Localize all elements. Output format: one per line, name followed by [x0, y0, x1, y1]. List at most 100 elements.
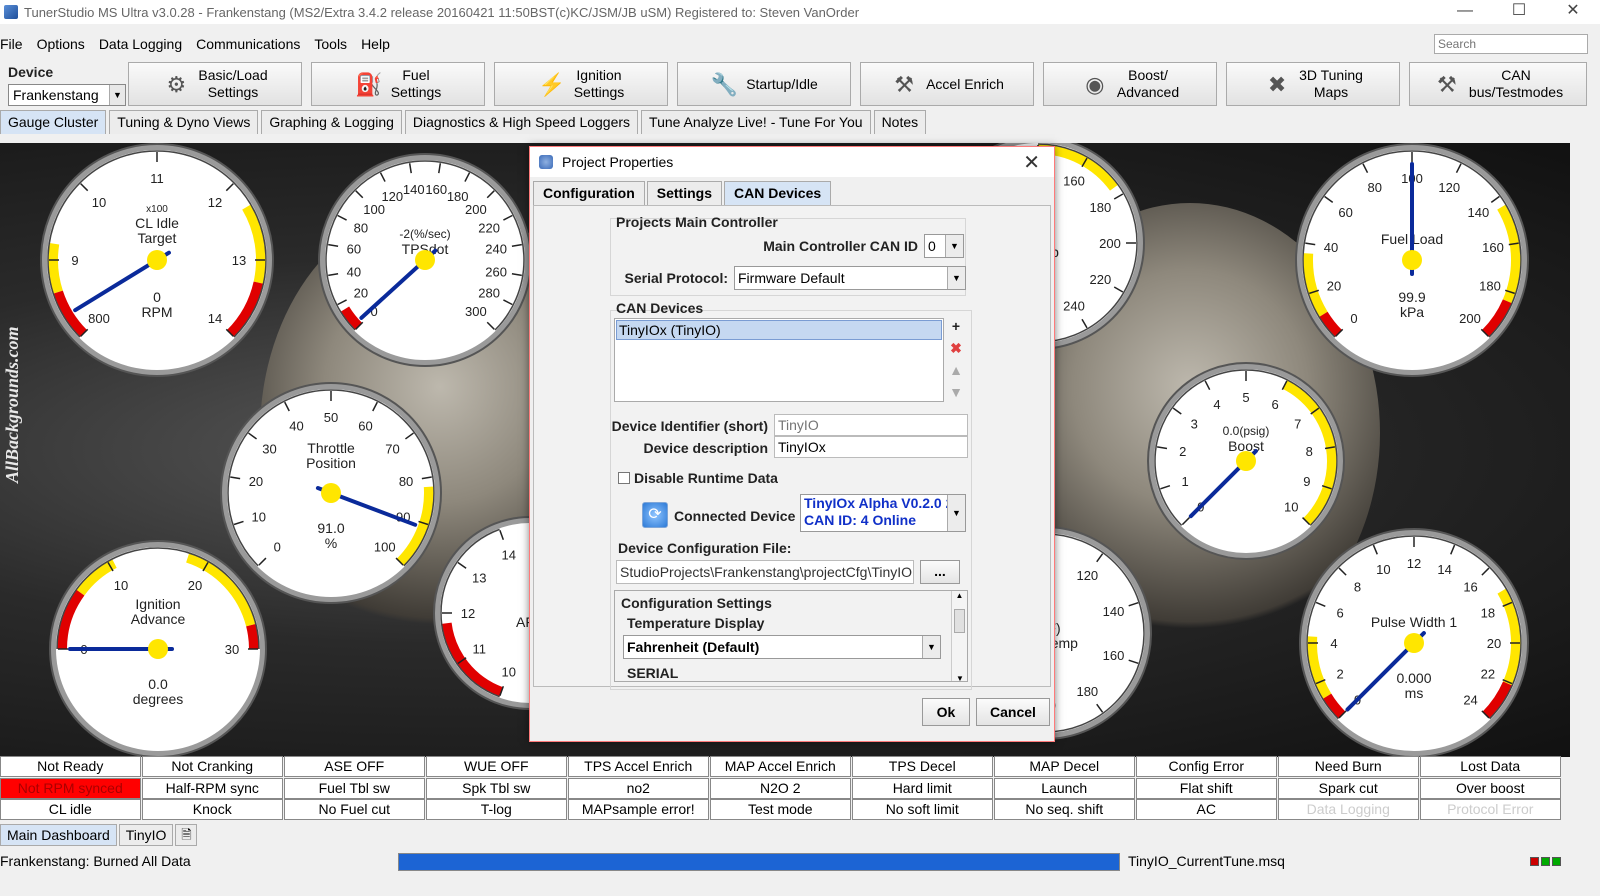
status-indicator: TPS Decel — [852, 756, 993, 777]
gauge-tick-label: 30 — [262, 441, 276, 456]
device-dropdown[interactable]: Frankenstang ▼ — [8, 84, 126, 106]
tab-can-devices[interactable]: CAN Devices — [724, 181, 832, 205]
tab-main-dashboard[interactable]: Main Dashboard — [0, 824, 117, 846]
gauge-tick-label: 280 — [478, 286, 500, 301]
scrollbar[interactable]: ▲ ▼ — [951, 591, 967, 681]
gauge-tick-label: 20 — [249, 474, 263, 489]
startup-idle-button[interactable]: 🔧 Startup/Idle — [677, 62, 851, 106]
led-red — [1530, 857, 1539, 866]
gauge-tick-label: 14 — [502, 548, 516, 563]
gauge-tick-label: 11 — [472, 642, 486, 657]
tab-settings[interactable]: Settings — [646, 181, 722, 205]
chevron-down-icon[interactable]: ▼ — [109, 85, 125, 105]
gauge-tick-label: 24 — [1463, 693, 1477, 708]
boost-advanced-button[interactable]: ◉ Boost/Advanced — [1043, 62, 1217, 106]
tab-notes[interactable]: Notes — [873, 110, 927, 134]
tab-graphing-logging[interactable]: Graphing & Logging — [261, 110, 402, 134]
gauge-tick-label: 200 — [465, 202, 487, 217]
browse-button[interactable]: ... — [920, 560, 960, 584]
basic-load-settings-button[interactable]: ⚙ Basic/Load Settings — [128, 62, 302, 106]
connected-device-select[interactable]: TinyIOx Alpha V0.2.0 2 CAN ID: 4 Online … — [800, 494, 966, 532]
fuel-settings-button[interactable]: ⛽ Fuel Settings — [311, 62, 485, 106]
device-desc-input[interactable]: TinyIOx — [774, 436, 968, 458]
temp-display-select[interactable]: Fahrenheit (Default) ▼ — [623, 635, 941, 659]
accel-enrich-button[interactable]: ⚒ Accel Enrich — [860, 62, 1034, 106]
status-indicator: Need Burn — [1278, 756, 1419, 777]
dialog-title: Project Properties — [562, 154, 674, 170]
chevron-down-icon[interactable]: ▼ — [945, 235, 963, 257]
menu-options[interactable]: Options — [37, 36, 85, 52]
chevron-down-icon[interactable]: ▼ — [947, 267, 965, 289]
close-icon[interactable]: ✕ — [1023, 150, 1040, 175]
status-indicator: Lost Data — [1420, 756, 1561, 777]
gauge-label: CL Idle — [135, 215, 179, 231]
gauge-label: degrees — [133, 691, 184, 707]
gauge-label: 91.0 — [317, 520, 344, 536]
list-item[interactable]: TinyIOx (TinyIO) — [616, 320, 942, 340]
cancel-button[interactable]: Cancel — [976, 698, 1050, 726]
status-indicator: Data Logging — [1278, 799, 1419, 820]
gauge-tick-label: 200 — [1459, 311, 1481, 326]
tab-tinyio[interactable]: TinyIO — [118, 824, 174, 846]
serial-protocol-select[interactable]: Firmware Default ▼ — [734, 266, 966, 290]
button-label-line2: Settings — [390, 84, 442, 100]
status-indicator: No soft limit — [852, 799, 993, 820]
gauge-tick-label: 40 — [347, 264, 361, 279]
main-can-id-select[interactable]: 0 ▼ — [924, 234, 964, 258]
disable-runtime-checkbox[interactable] — [618, 472, 630, 484]
gauge-label: 0.0(psig) — [1223, 424, 1270, 438]
gauge-hub — [415, 250, 435, 270]
gauge-tick-label: 70 — [385, 441, 399, 456]
gauge-tick-label: 4 — [1330, 636, 1337, 651]
can-bus-testmodes-button[interactable]: ⚒ CAN bus/Testmodes — [1409, 62, 1587, 106]
can-devices-list[interactable]: TinyIOx (TinyIO) — [614, 318, 944, 402]
tab-tune-analyze[interactable]: Tune Analyze Live! - Tune For You — [641, 110, 871, 134]
status-indicator: Half-RPM sync — [142, 777, 283, 799]
ignition-settings-button[interactable]: ⚡ Ignition Settings — [494, 62, 668, 106]
minimize-button[interactable]: — — [1438, 0, 1492, 24]
gauge-tick-label: 160 — [1482, 240, 1504, 255]
device-id-input[interactable] — [774, 414, 968, 436]
gauge-tick-label: 10 — [502, 664, 516, 679]
move-up-icon[interactable]: ▲ — [947, 362, 965, 380]
chevron-down-icon[interactable]: ▼ — [947, 495, 965, 531]
menu-data-logging[interactable]: Data Logging — [99, 36, 182, 52]
status-indicator: MAPsample error! — [568, 799, 709, 820]
search-input[interactable] — [1434, 34, 1588, 54]
scroll-down-icon[interactable]: ▼ — [952, 674, 967, 681]
document-icon[interactable]: 🗎 — [175, 824, 198, 846]
config-settings-panel: Configuration Settings Temperature Displ… — [614, 590, 968, 682]
menu-help[interactable]: Help — [361, 36, 390, 52]
gauge-hub — [1402, 250, 1422, 270]
scroll-up-icon[interactable]: ▲ — [952, 591, 967, 600]
3d-tuning-maps-button[interactable]: ✖ 3D Tuning Maps — [1226, 62, 1400, 106]
chevron-down-icon[interactable]: ▼ — [922, 636, 940, 658]
tab-diagnostics[interactable]: Diagnostics & High Speed Loggers — [404, 110, 639, 134]
move-down-icon[interactable]: ▼ — [947, 384, 965, 402]
gauge-hub — [321, 483, 341, 503]
delete-icon[interactable]: ✖ — [947, 340, 965, 358]
status-indicator: TPS Accel Enrich — [568, 756, 709, 777]
gauge-tick-label: 100 — [363, 202, 385, 217]
gauge-tick-label: 20 — [354, 286, 368, 301]
scroll-thumb[interactable] — [954, 609, 965, 633]
tab-gauge-cluster[interactable]: Gauge Cluster — [0, 110, 107, 134]
status-indicator: Knock — [142, 799, 283, 820]
tab-configuration[interactable]: Configuration — [533, 181, 645, 205]
gauge-tick-label: 140 — [1103, 604, 1125, 619]
add-icon[interactable]: + — [947, 318, 965, 336]
menu-tools[interactable]: Tools — [314, 36, 347, 52]
close-button[interactable]: ✕ — [1546, 0, 1600, 24]
tab-tuning-dyno[interactable]: Tuning & Dyno Views — [109, 110, 259, 134]
hammer-icon: ⚒ — [1437, 71, 1457, 97]
gauge-boost: 0123456789100.0(psig)Boost — [1147, 362, 1345, 560]
menu-file[interactable]: File — [0, 36, 23, 52]
connected-device-line1: TinyIOx Alpha V0.2.0 2 — [804, 495, 954, 511]
maximize-button[interactable]: ☐ — [1492, 0, 1546, 24]
gauge-tick-label: 6 — [1336, 605, 1343, 620]
ok-button[interactable]: Ok — [922, 698, 970, 726]
config-file-input[interactable]: StudioProjects\Frankenstang\projectCfg\T… — [616, 560, 914, 584]
refresh-icon[interactable]: ⟳ — [642, 502, 668, 528]
gauge-hub — [1404, 633, 1424, 653]
menu-communications[interactable]: Communications — [196, 36, 300, 52]
